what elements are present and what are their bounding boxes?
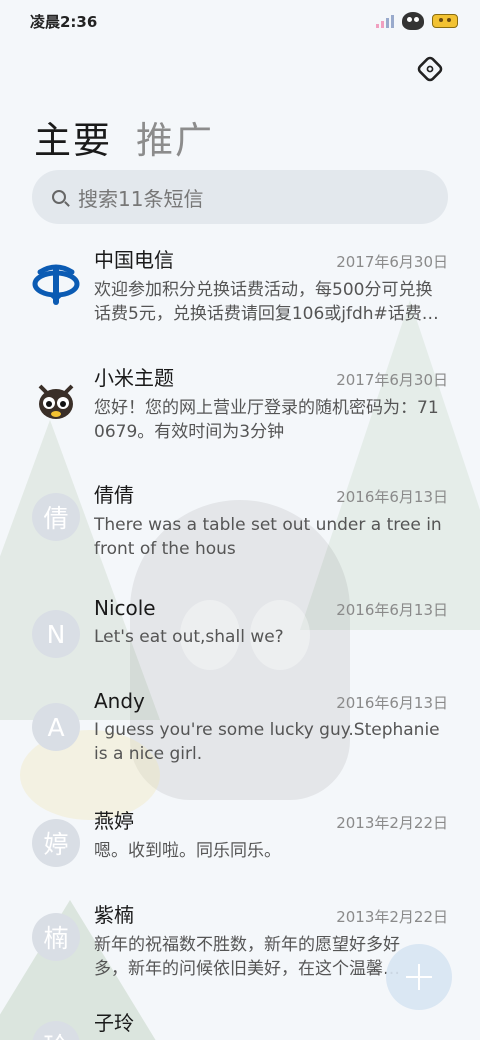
battery-icon xyxy=(432,14,458,28)
message-date: 2016年6月13日 xyxy=(336,488,448,506)
conversation-item[interactable]: A Andy 2016年6月13日 I guess you're some lu… xyxy=(0,689,480,805)
avatar: 倩 xyxy=(32,493,80,541)
message-date: 2013年2月22日 xyxy=(336,908,448,926)
message-preview: I guess you're some lucky guy.Stephanie … xyxy=(94,720,440,764)
message-date: 2017年6月30日 xyxy=(336,253,448,271)
message-date: 2017年6月30日 xyxy=(336,371,448,389)
settings-icon[interactable] xyxy=(415,54,445,84)
contact-name: 中国电信 xyxy=(94,248,174,272)
status-time: 凌晨2:36 xyxy=(30,12,98,31)
search-icon xyxy=(52,190,66,204)
contact-name: 紫楠 xyxy=(94,903,134,927)
tab-bar: 主要 推广 xyxy=(0,96,480,170)
status-bar: 凌晨2:36 xyxy=(0,0,480,42)
tab-primary[interactable]: 主要 xyxy=(34,110,112,164)
message-preview: 嗯。收到啦。同乐同乐。 xyxy=(94,841,281,861)
contact-name: Andy xyxy=(94,689,145,713)
message-date: 2013年2月22日 xyxy=(336,814,448,832)
conversation-item[interactable]: 倩 倩倩 2016年6月13日 There was a table set ou… xyxy=(0,479,480,596)
contact-name: 子玲 xyxy=(94,1011,134,1035)
avatar: 楠 xyxy=(32,913,80,961)
wifi-icon xyxy=(402,12,424,30)
contact-name: Nicole xyxy=(94,596,156,620)
message-preview: 欢迎参加积分兑换话费活动，每500分可兑换话费5元，兑换话费请回复106或jfd… xyxy=(94,280,439,324)
contact-name: 小米主题 xyxy=(94,366,174,390)
new-message-button[interactable] xyxy=(386,944,452,1010)
conversation-item[interactable]: 玲 子玲 xyxy=(0,1007,480,1040)
tab-promotions[interactable]: 推广 xyxy=(136,110,214,164)
china-telecom-logo xyxy=(32,258,80,306)
message-preview: Let's eat out,shall we? xyxy=(94,627,284,647)
avatar: A xyxy=(32,703,80,751)
avatar: N xyxy=(32,610,80,658)
contact-name: 倩倩 xyxy=(94,483,134,507)
status-icons xyxy=(376,12,458,30)
conversation-item[interactable]: N Nicole 2016年6月13日 Let's eat out,shall … xyxy=(0,596,480,689)
avatar: 玲 xyxy=(32,1021,80,1040)
message-preview: 您好！您的网上营业厅登录的随机密码为：710679。有效时间为3分钟 xyxy=(94,398,439,442)
conversation-item[interactable]: 小米主题 2017年6月30日 您好！您的网上营业厅登录的随机密码为：71067… xyxy=(0,362,480,479)
signal-icon xyxy=(376,14,394,28)
message-date: 2016年6月13日 xyxy=(336,694,448,712)
conversation-item[interactable]: 婷 燕婷 2013年2月22日 嗯。收到啦。同乐同乐。 xyxy=(0,805,480,899)
mi-theme-mascot-icon xyxy=(32,376,80,424)
contact-name: 燕婷 xyxy=(94,809,134,833)
conversation-item[interactable]: 中国电信 2017年6月30日 欢迎参加积分兑换话费活动，每500分可兑换话费5… xyxy=(0,244,480,362)
plus-icon xyxy=(406,964,432,990)
search-bar[interactable]: 搜索11条短信 xyxy=(32,170,448,224)
message-date: 2016年6月13日 xyxy=(336,601,448,619)
search-placeholder: 搜索11条短信 xyxy=(78,186,204,211)
avatar: 婷 xyxy=(32,819,80,867)
conversation-list: 中国电信 2017年6月30日 欢迎参加积分兑换话费活动，每500分可兑换话费5… xyxy=(0,244,480,1040)
message-preview: There was a table set out under a tree i… xyxy=(94,515,442,559)
